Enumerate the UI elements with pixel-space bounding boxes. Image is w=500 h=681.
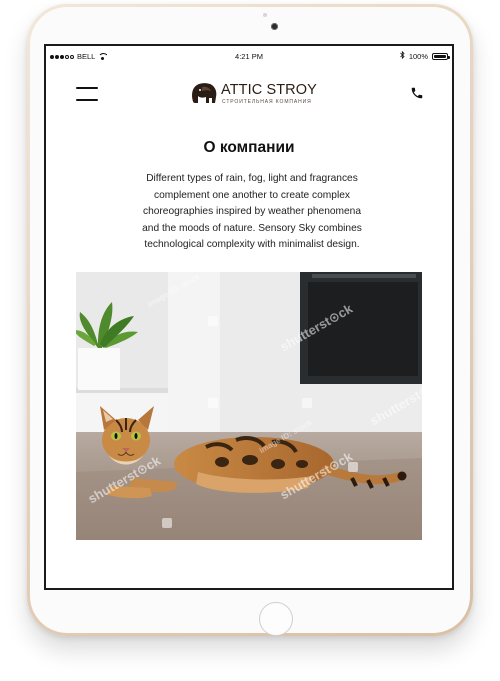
battery-percent: 100% [408, 51, 428, 61]
status-time: 4:21 PM [235, 52, 263, 61]
elephant-logo-icon [192, 83, 217, 103]
screen: BELL 4:21 PM 100% ATTIC STROY СТРОИТЕЛЬН… [44, 44, 454, 590]
battery-icon [432, 52, 450, 60]
page-description: Different types of rain, fog, light and … [142, 173, 362, 250]
status-bar: BELL 4:21 PM 100% [46, 46, 452, 66]
phone-icon[interactable] [410, 86, 424, 100]
home-button[interactable] [259, 602, 293, 636]
battery-fill [434, 54, 446, 58]
bluetooth-icon [400, 50, 405, 61]
cat-photo: shutterst⊙ck shutterst⊙ck shutterst⊙ck s… [76, 272, 422, 540]
logo-subtitle: СТРОИТЕЛЬНАЯ КОМПАНИЯ [222, 99, 312, 105]
front-camera [271, 23, 278, 30]
logo-title: ATTIC STROY [221, 82, 317, 98]
cat-photo-illustration [76, 272, 422, 540]
proximity-sensor [263, 13, 267, 17]
hamburger-menu-icon[interactable] [76, 87, 98, 101]
page-title: О компании [203, 139, 295, 156]
logo[interactable]: ATTIC STROY СТРОИТЕЛЬНАЯ КОМПАНИЯ [190, 81, 317, 109]
status-right: 100% [400, 50, 450, 61]
